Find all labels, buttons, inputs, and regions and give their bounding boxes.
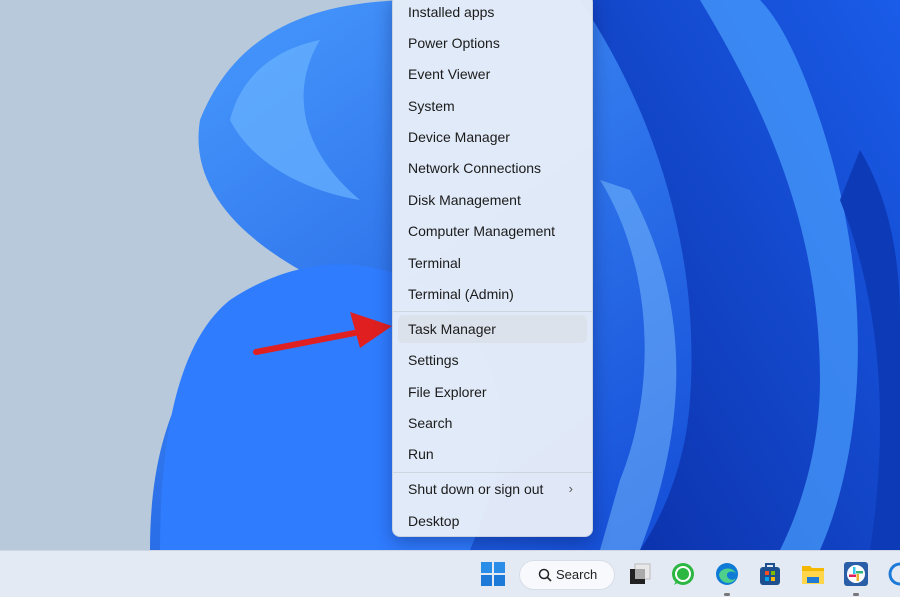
menu-item-label: System [408,98,455,114]
menu-item-settings[interactable]: Settings [398,346,587,374]
menu-item-computer-management[interactable]: Computer Management [398,217,587,245]
menu-item-label: Settings [408,352,459,368]
menu-item-shut-down-or-sign-out[interactable]: Shut down or sign out › [398,475,587,503]
search-icon [538,568,552,582]
taskbar-search-box[interactable]: Search [519,560,615,590]
menu-separator [393,472,592,473]
menu-separator [393,311,592,312]
menu-item-label: Terminal (Admin) [408,286,514,302]
menu-item-label: File Explorer [408,384,487,400]
start-icon[interactable] [480,561,506,587]
microsoft-store-icon[interactable] [757,561,783,587]
menu-item-label: Desktop [408,513,460,529]
menu-item-file-explorer[interactable]: File Explorer [398,378,587,406]
menu-item-network-connections[interactable]: Network Connections [398,154,587,182]
menu-item-disk-management[interactable]: Disk Management [398,186,587,214]
cortana-icon[interactable] [887,561,900,587]
menu-item-label: Power Options [408,35,500,51]
menu-item-label: Installed apps [408,4,495,20]
file-explorer-icon[interactable] [800,561,826,587]
menu-item-terminal[interactable]: Terminal [398,249,587,277]
menu-item-label: Search [408,415,453,431]
menu-item-search[interactable]: Search [398,409,587,437]
menu-item-system[interactable]: System [398,92,587,120]
menu-item-label: Event Viewer [408,66,491,82]
menu-item-terminal-admin[interactable]: Terminal (Admin) [398,280,587,308]
menu-item-label: Terminal [408,255,461,271]
slack-icon[interactable] [843,561,869,587]
running-indicator [853,593,859,596]
menu-item-event-viewer[interactable]: Event Viewer [398,60,587,88]
menu-item-task-manager[interactable]: Task Manager [398,315,587,343]
menu-item-label: Disk Management [408,192,521,208]
menu-item-power-options[interactable]: Power Options [398,29,587,57]
menu-item-label: Computer Management [408,223,556,239]
menu-item-label: Network Connections [408,160,542,176]
whatsapp-icon[interactable] [670,561,696,587]
menu-item-run[interactable]: Run [398,440,587,468]
taskbar: Search [0,550,900,597]
task-view-icon[interactable] [627,561,653,587]
quick-link-context-menu: Installed apps Power Options Event Viewe… [392,0,593,537]
menu-item-label: Task Manager [408,321,496,337]
running-indicator [724,593,730,596]
chevron-right-icon: › [568,481,573,496]
search-label: Search [556,567,598,582]
menu-item-installed-apps[interactable]: Installed apps [398,0,587,26]
menu-item-label: Device Manager [408,129,510,145]
menu-item-label: Run [408,446,434,462]
menu-item-desktop[interactable]: Desktop [398,507,587,535]
edge-icon[interactable] [714,561,740,587]
menu-item-device-manager[interactable]: Device Manager [398,123,587,151]
menu-item-label: Shut down or sign out [408,481,544,497]
